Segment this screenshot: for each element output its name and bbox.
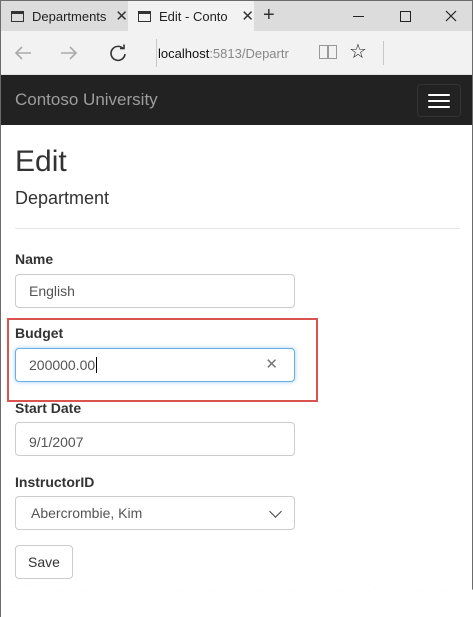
- name-label: Name: [15, 251, 54, 267]
- address-divider: [156, 39, 157, 67]
- tab-title: Departments -: [32, 8, 110, 24]
- refresh-icon[interactable]: [104, 39, 132, 67]
- budget-label: Budget: [15, 325, 64, 341]
- site-navbar: Contoso University: [1, 75, 472, 125]
- address-path: :5813/Departr: [209, 45, 289, 61]
- close-icon[interactable]: ✕: [241, 9, 254, 24]
- hamburger-menu-icon[interactable]: [417, 84, 461, 117]
- torn-edge-decoration: [1, 584, 473, 617]
- page-icon: [11, 10, 24, 22]
- toolbar-divider: [383, 41, 384, 65]
- tab-edit[interactable]: Edit - Conto ✕: [128, 1, 254, 31]
- page-subtitle: Department: [15, 188, 110, 208]
- name-value: English: [29, 283, 75, 299]
- page-title: Edit: [15, 145, 67, 178]
- tab-strip: Departments - ✕ Edit - Conto ✕ +: [1, 1, 472, 31]
- divider: [15, 228, 460, 229]
- text-caret: [96, 357, 98, 373]
- chevron-down-icon: [269, 505, 282, 518]
- start-date-value: 9/1/2007: [29, 434, 84, 450]
- browser-window: Departments - ✕ Edit - Conto ✕ + localho…: [0, 0, 473, 617]
- start-date-label: Start Date: [15, 400, 82, 416]
- page-content: Edit Department Name English Budget 2000…: [1, 125, 472, 617]
- budget-input[interactable]: 200000.00 ✕: [15, 348, 295, 382]
- maximize-icon[interactable]: [382, 1, 428, 31]
- address-bar[interactable]: localhost:5813/Departr: [158, 39, 300, 67]
- browser-toolbar: localhost:5813/Departr ☆: [1, 31, 472, 75]
- reading-view-icon[interactable]: [319, 43, 339, 61]
- favorite-star-icon[interactable]: ☆: [349, 39, 367, 65]
- address-host: localhost: [158, 45, 210, 61]
- instructor-select[interactable]: Abercrombie, Kim: [15, 496, 295, 530]
- minimize-icon[interactable]: [335, 1, 381, 31]
- brand-link[interactable]: Contoso University: [15, 90, 158, 110]
- name-input[interactable]: English: [15, 274, 295, 308]
- tab-title: Edit - Conto: [159, 8, 228, 24]
- start-date-input[interactable]: 9/1/2007: [15, 422, 295, 456]
- clear-icon[interactable]: ✕: [265, 357, 278, 373]
- forward-icon[interactable]: [55, 39, 83, 67]
- instructor-label: InstructorID: [15, 474, 95, 490]
- instructor-value: Abercrombie, Kim: [31, 505, 143, 521]
- budget-value: 200000.00: [29, 357, 96, 373]
- back-icon[interactable]: [9, 39, 37, 67]
- window-close-icon[interactable]: [428, 1, 473, 31]
- new-tab-button[interactable]: +: [263, 4, 275, 26]
- tab-departments[interactable]: Departments - ✕: [1, 1, 128, 31]
- close-icon[interactable]: ✕: [115, 9, 128, 24]
- page-icon: [138, 10, 151, 22]
